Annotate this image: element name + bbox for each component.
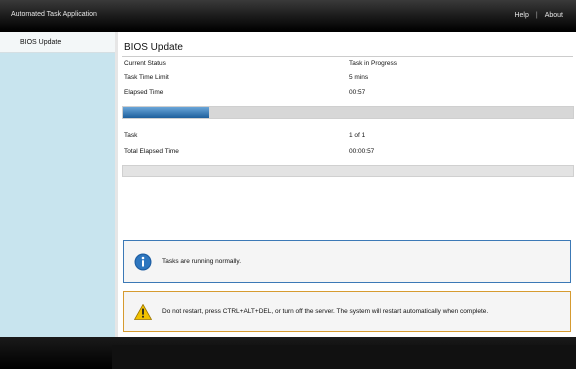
- elapsed-time-value: 00:57: [349, 89, 366, 96]
- task-value: 1 of 1: [349, 132, 366, 139]
- sidebar-item-bios-update[interactable]: BIOS Update: [0, 32, 115, 53]
- sidebar-item-label: BIOS Update: [20, 39, 62, 46]
- warning-message: Do not restart, press CTRL+ALT+DEL, or t…: [123, 291, 571, 332]
- task-time-limit-label: Task Time Limit: [124, 74, 169, 81]
- top-bar: Automated Task Application Help | About: [0, 0, 576, 32]
- bottom-bar: [0, 337, 576, 369]
- total-elapsed-time-label: Total Elapsed Time: [124, 148, 179, 155]
- info-icon: [134, 253, 152, 271]
- title-divider: [122, 56, 573, 57]
- warning-message-text: Do not restart, press CTRL+ALT+DEL, or t…: [162, 308, 489, 315]
- progress-fill: [123, 107, 209, 118]
- page-title: BIOS Update: [124, 42, 183, 53]
- header-links: Help | About: [514, 12, 563, 19]
- bottom-panel: [112, 345, 576, 369]
- current-status-value: Task in Progress: [349, 60, 398, 67]
- secondary-progress-track: [122, 165, 574, 177]
- warning-icon: [134, 304, 152, 320]
- task-time-limit-value: 5 mins: [349, 74, 369, 81]
- help-link[interactable]: Help: [514, 12, 528, 19]
- task-label: Task: [124, 132, 138, 139]
- main-panel: BIOS Update Current Status Task in Progr…: [118, 32, 576, 337]
- info-message: Tasks are running normally.: [123, 240, 571, 283]
- about-link[interactable]: About: [545, 12, 563, 19]
- total-elapsed-time-value: 00:00:57: [349, 148, 375, 155]
- sidebar: BIOS Update: [0, 32, 116, 337]
- current-status-label: Current Status: [124, 60, 166, 67]
- link-separator: |: [535, 12, 538, 19]
- app-title: Automated Task Application: [11, 11, 97, 18]
- progress-bar: [122, 106, 574, 119]
- elapsed-time-label: Elapsed Time: [124, 89, 164, 96]
- info-message-text: Tasks are running normally.: [162, 258, 241, 265]
